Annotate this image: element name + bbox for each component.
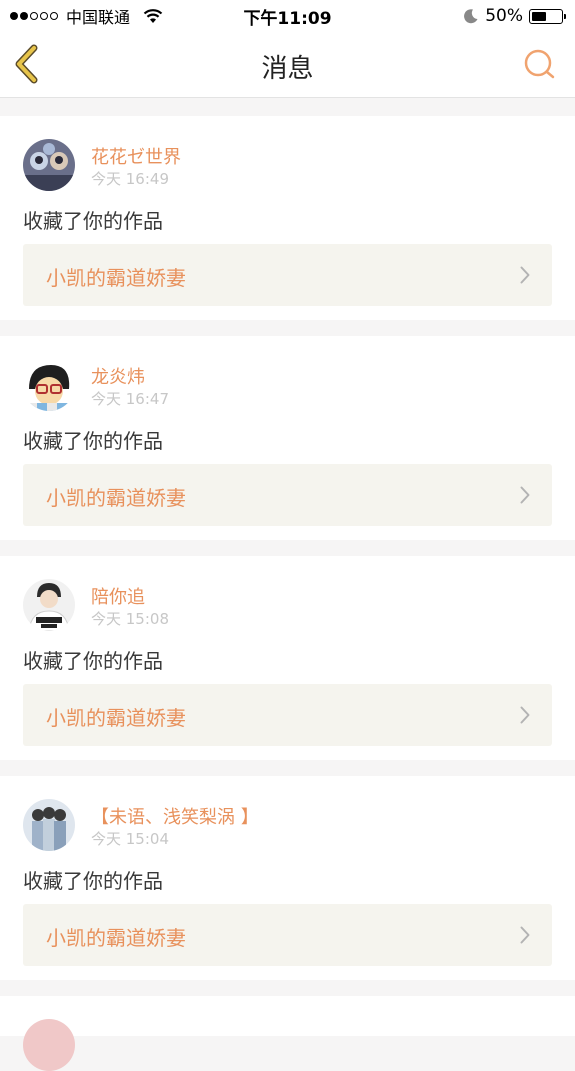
status-bar: 中国联通 下午11:09 50%: [0, 0, 575, 32]
user-avatar[interactable]: [23, 139, 75, 191]
user-avatar[interactable]: [23, 799, 75, 851]
search-button[interactable]: [521, 46, 557, 82]
message-item: 陪你追 今天 15:08 收藏了你的作品 小凯的霸道娇妻: [0, 556, 575, 760]
avatar-image: [23, 799, 75, 851]
work-link[interactable]: 小凯的霸道娇妻: [23, 464, 552, 526]
message-timestamp: 今天 15:08: [91, 610, 169, 628]
action-text: 收藏了你的作品: [23, 209, 163, 233]
username[interactable]: 花花ゼ世界: [91, 143, 181, 169]
work-link[interactable]: 小凯的霸道娇妻: [23, 684, 552, 746]
message-item: 花花ゼ世界 今天 16:49 收藏了你的作品 小凯的霸道娇妻: [0, 116, 575, 320]
work-link[interactable]: 小凯的霸道娇妻: [23, 904, 552, 966]
action-text: 收藏了你的作品: [23, 869, 163, 893]
message-item-partial: [0, 996, 575, 1071]
action-text: 收藏了你的作品: [23, 649, 163, 673]
page-title: 消息: [261, 54, 314, 84]
message-timestamp: 今天 15:04: [91, 830, 169, 848]
work-title: 小凯的霸道娇妻: [46, 486, 186, 510]
search-icon: [524, 49, 555, 79]
username[interactable]: 龙炎炜: [91, 363, 145, 389]
username[interactable]: 【未语、浅笑梨涡 】: [91, 803, 259, 829]
message-item: 龙炎炜 今天 16:47 收藏了你的作品 小凯的霸道娇妻: [0, 336, 575, 540]
chevron-right-icon: [520, 266, 530, 284]
message-timestamp: 今天 16:49: [91, 170, 169, 188]
battery-percent: 50%: [485, 6, 523, 26]
avatar-image: [23, 579, 75, 631]
chevron-right-icon: [520, 706, 530, 724]
work-title: 小凯的霸道娇妻: [46, 266, 186, 290]
work-title: 小凯的霸道娇妻: [46, 926, 186, 950]
chevron-right-icon: [520, 486, 530, 504]
message-item: 【未语、浅笑梨涡 】 今天 15:04 收藏了你的作品 小凯的霸道娇妻: [0, 776, 575, 980]
action-text: 收藏了你的作品: [23, 429, 163, 453]
avatar-image: [23, 359, 75, 411]
battery-level: [532, 11, 546, 21]
message-timestamp: 今天 16:47: [91, 390, 169, 408]
work-link[interactable]: 小凯的霸道娇妻: [23, 244, 552, 306]
user-avatar[interactable]: [23, 1019, 75, 1071]
user-avatar[interactable]: [23, 579, 75, 631]
battery-icon: [529, 8, 566, 24]
work-title: 小凯的霸道娇妻: [46, 706, 186, 730]
chevron-right-icon: [520, 926, 530, 944]
status-bar-right: 50%: [463, 5, 566, 27]
user-avatar[interactable]: [23, 359, 75, 411]
avatar-image: [23, 139, 75, 191]
do-not-disturb-moon-icon: [464, 9, 478, 24]
navigation-bar: 消息: [0, 32, 575, 98]
username[interactable]: 陪你追: [91, 583, 145, 609]
